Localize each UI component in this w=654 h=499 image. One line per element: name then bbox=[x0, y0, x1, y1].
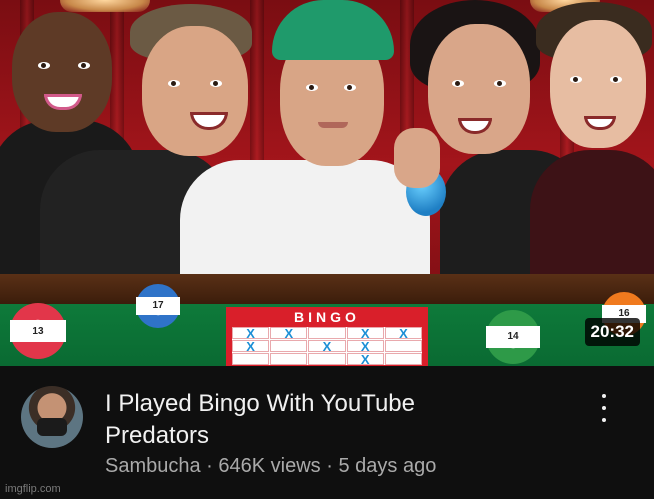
upload-age: 5 days ago bbox=[338, 455, 437, 477]
channel-avatar[interactable] bbox=[21, 386, 83, 448]
bingo-card-title: BINGO bbox=[294, 309, 360, 325]
hand bbox=[394, 128, 440, 188]
bingo-cell bbox=[384, 353, 422, 365]
bingo-cell bbox=[232, 353, 270, 365]
bingo-cell: X bbox=[346, 339, 384, 354]
bingo-cell bbox=[384, 340, 422, 352]
bingo-cell bbox=[270, 340, 308, 352]
video-thumbnail[interactable]: 13 17 14 16 BINGO X X X X X X X X 20:32 bbox=[0, 0, 654, 366]
bingo-ball-13: 13 bbox=[10, 303, 66, 359]
view-count: 646K views bbox=[218, 455, 321, 477]
bingo-cell: X bbox=[232, 326, 270, 341]
bingo-ball-14: 14 bbox=[486, 310, 540, 364]
bingo-cell: X bbox=[308, 339, 346, 354]
more-vertical-icon[interactable] bbox=[596, 394, 612, 422]
video-title[interactable]: I Played Bingo With YouTube Predators bbox=[105, 388, 525, 452]
bingo-cell: X bbox=[346, 352, 384, 366]
bingo-ball-17: 17 bbox=[136, 284, 180, 328]
face-mask bbox=[37, 418, 67, 436]
bingo-cell: X bbox=[346, 326, 384, 341]
video-metadata: Sambucha · 646K views · 5 days ago bbox=[105, 455, 436, 478]
bingo-cell: X bbox=[384, 326, 422, 341]
imgflip-watermark: imgflip.com bbox=[5, 483, 61, 495]
bingo-cell bbox=[308, 327, 346, 339]
bingo-card: BINGO X X X X X X X X bbox=[226, 307, 428, 366]
bingo-cell: X bbox=[270, 326, 308, 341]
duration-badge: 20:32 bbox=[584, 318, 640, 346]
table-rail bbox=[0, 274, 654, 304]
meta-separator: · bbox=[200, 455, 219, 477]
channel-name[interactable]: Sambucha bbox=[105, 455, 201, 477]
bingo-card-grid: X X X X X X X X bbox=[231, 326, 423, 366]
ceiling-lamp bbox=[60, 0, 150, 12]
video-info-row: I Played Bingo With YouTube Predators Sa… bbox=[0, 366, 654, 499]
bingo-cell bbox=[270, 353, 308, 365]
bingo-cell bbox=[308, 353, 346, 365]
meta-separator: · bbox=[320, 455, 339, 477]
bingo-cell: X bbox=[232, 339, 270, 354]
